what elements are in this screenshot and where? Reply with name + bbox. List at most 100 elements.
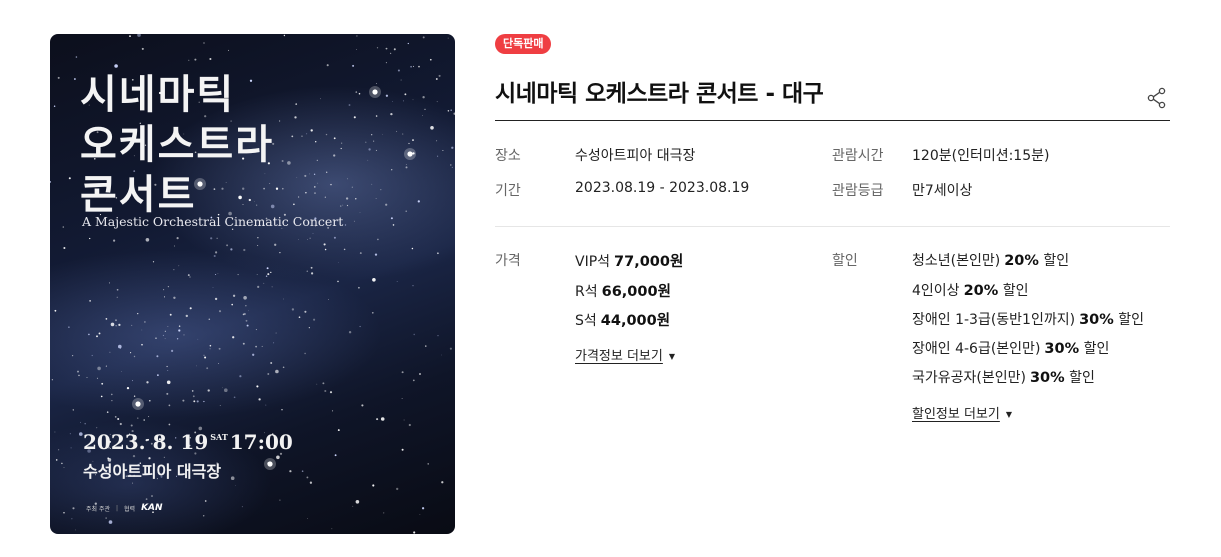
caret-down-icon: ▼ [668, 352, 676, 361]
star [173, 245, 176, 247]
star [353, 220, 355, 222]
star [137, 312, 139, 315]
star [361, 404, 364, 407]
star [243, 248, 246, 252]
star [51, 379, 54, 381]
poster-credit: 주최 주관 [86, 505, 110, 513]
star [121, 371, 123, 373]
star [196, 400, 199, 403]
discount-rate: 30% [1044, 341, 1080, 357]
star [62, 226, 65, 228]
star [117, 417, 120, 421]
star [265, 275, 268, 277]
star [401, 448, 404, 451]
poster-credit-divider: | [116, 504, 119, 512]
star [258, 398, 261, 401]
star [256, 385, 259, 388]
star [329, 391, 333, 394]
star [437, 252, 439, 255]
star [265, 404, 267, 406]
star [393, 48, 396, 51]
star [120, 347, 121, 349]
star [168, 423, 171, 426]
star [137, 417, 139, 419]
star [358, 286, 360, 289]
star [141, 47, 144, 50]
star [261, 345, 263, 347]
star [61, 462, 63, 465]
star [297, 239, 299, 240]
star [164, 338, 166, 340]
star [54, 309, 57, 312]
exclusive-badge: 단독판매 [495, 34, 552, 54]
star [352, 505, 354, 507]
star [283, 298, 284, 300]
star [145, 238, 150, 242]
share-button[interactable] [1145, 86, 1169, 110]
star [209, 348, 211, 350]
star [422, 36, 425, 39]
star [114, 64, 118, 68]
discount-more-link[interactable]: 할인정보 더보기 ▼ [912, 403, 1012, 422]
star [178, 325, 181, 327]
runtime-value: 120분(인터미션:15분) [912, 148, 1050, 164]
star [216, 237, 218, 239]
discount-suffix: 할인 [1118, 312, 1145, 328]
star [88, 333, 90, 336]
star [372, 278, 376, 282]
star [126, 386, 130, 390]
star [143, 419, 145, 421]
star [217, 273, 219, 275]
star [71, 518, 73, 520]
star [255, 329, 257, 331]
star [232, 336, 235, 339]
discount-row: 청소년(본인만) 20% 할인 [912, 250, 1069, 270]
star [380, 417, 385, 421]
star [392, 224, 395, 226]
star [53, 105, 56, 108]
star [166, 380, 171, 385]
discount-name: 장애인 1-3급(동반1인까지) [912, 312, 1076, 328]
star [89, 300, 91, 302]
star [419, 514, 421, 515]
star [242, 342, 245, 345]
star [98, 332, 101, 335]
page-title: 시네마틱 오케스트라 콘서트 - 대구 [495, 81, 824, 107]
star [237, 274, 239, 276]
star [113, 239, 116, 242]
star [109, 351, 111, 353]
star [307, 518, 308, 520]
poster-date: 2023. 8. 19 SAT 17:00 [83, 430, 293, 454]
star [427, 463, 429, 465]
star [385, 62, 387, 64]
price-more-link[interactable]: 가격정보 더보기 ▼ [575, 345, 675, 364]
period-label: 기간 [495, 183, 521, 199]
star [267, 273, 270, 276]
discount-label: 할인 [832, 253, 858, 269]
star [289, 470, 292, 473]
star [71, 354, 74, 357]
seat-grade: VIP석 [575, 254, 611, 270]
star [204, 500, 207, 502]
star [144, 321, 146, 323]
star [403, 419, 405, 421]
star [418, 372, 422, 376]
star [218, 310, 222, 313]
seat-price: 44,000원 [600, 313, 671, 329]
star [421, 507, 425, 510]
star [257, 244, 259, 246]
star [323, 243, 326, 246]
star [182, 399, 185, 402]
star [164, 330, 166, 332]
star [115, 325, 117, 327]
star [173, 296, 176, 299]
star [242, 313, 245, 316]
star [437, 335, 439, 337]
venue-label: 장소 [495, 148, 521, 164]
star [132, 454, 136, 458]
star [202, 515, 205, 517]
star [108, 520, 113, 524]
star [210, 237, 213, 240]
star [101, 382, 104, 385]
poster-subtitle: A Majestic Orchestral Cinematic Concert [82, 214, 344, 229]
